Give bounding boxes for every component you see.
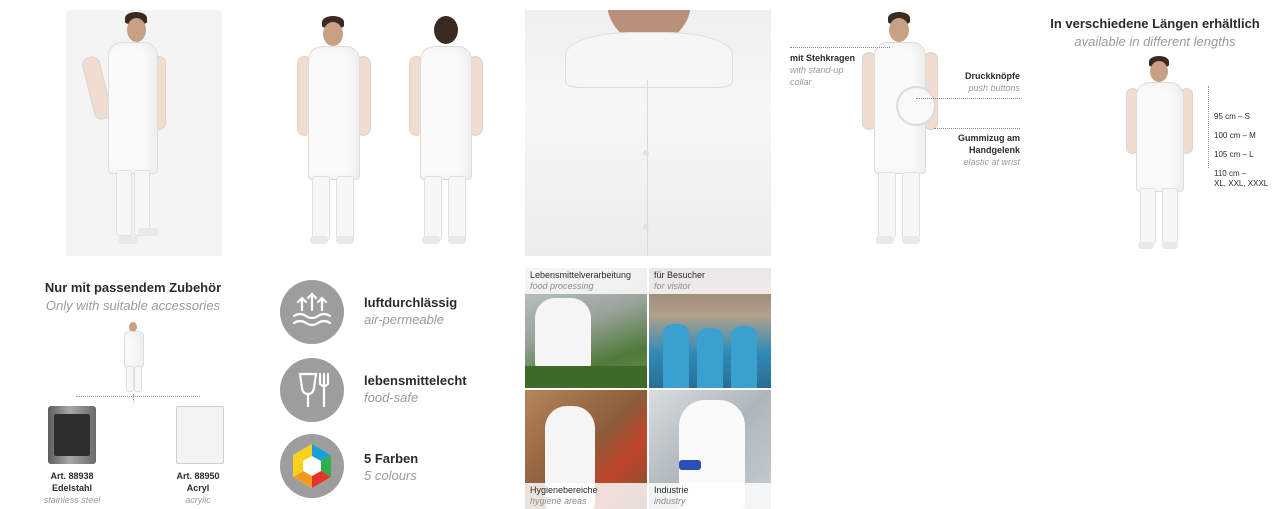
usage-grid: Lebensmittelverarbeitung food processing… (525, 268, 771, 509)
acrylic-dispenser-image (176, 406, 224, 464)
usage-label-en: hygiene areas (530, 496, 587, 506)
length-scale-line (1208, 86, 1209, 168)
feature-label: luftdurchlässig air-permeable (364, 295, 458, 327)
lengths-subtitle: available in different lengths (1074, 34, 1236, 49)
accessories-panel: Nur mit passendem Zubehör Only with suit… (20, 276, 250, 509)
collar-closeup-photo (525, 10, 771, 256)
person-front-figure (66, 10, 222, 256)
person-small-figure (120, 320, 146, 394)
person-front-figure (1124, 54, 1194, 254)
length-item: 95 cm – S (1214, 112, 1251, 121)
air-permeable-icon (280, 280, 344, 344)
wrist-label: Gummizug am Handgelenk elastic at wrist (957, 133, 1020, 167)
button-dot (643, 150, 649, 156)
usage-label-en: industry (654, 496, 686, 506)
buttons-label: Druckknöpfe push buttons (964, 71, 1020, 93)
collar-label: mit Stehkragen with stand-up collar (790, 53, 856, 87)
accessory-item-acrylic: Art. 88950 Acryl acrylic (176, 471, 220, 505)
color-hexagon-icon (280, 434, 344, 498)
fork-glass-icon (280, 358, 344, 422)
accessory-item-stainless: Art. 88938 Edelstahl stainless steel (43, 471, 101, 505)
collar-shape (565, 32, 733, 88)
magnifier-circle (896, 86, 936, 126)
product-photo-front-back (292, 10, 492, 256)
button-dot (643, 224, 649, 230)
usage-tile-food-processing: Lebensmittelverarbeitung food processing (525, 268, 647, 388)
lengths-title: In verschiedene Längen erhältlich (1050, 16, 1260, 31)
usage-label-en: for visitor (654, 281, 691, 291)
person-front-figure (292, 10, 372, 256)
feature-label: 5 Farben 5 colours (364, 451, 419, 483)
usage-label: für Besucher (654, 270, 706, 280)
person-back-figure (406, 10, 486, 256)
usage-label-en: food processing (530, 281, 594, 291)
accessories-subtitle: Only with suitable accessories (45, 298, 221, 313)
length-item: 100 cm – M (1214, 131, 1256, 140)
accessories-title: Nur mit passendem Zubehör (44, 280, 222, 295)
connector-line (76, 396, 200, 397)
usage-tile-hygiene: Hygienebereiche hygiene areas (525, 390, 647, 509)
leader-line (790, 47, 890, 48)
features-list: luftdurchlässig air-permeable lebensmitt… (280, 276, 500, 509)
leader-line (934, 128, 1020, 129)
usage-tile-industry: Industrie industry (649, 390, 771, 509)
lengths-panel: In verschiedene Längen erhältlich availa… (1040, 10, 1276, 256)
usage-label: Lebensmittelverarbeitung (530, 270, 632, 280)
length-list: 95 cm – S 100 cm – M 105 cm – L 110 cm –… (1214, 112, 1268, 189)
length-item: 105 cm – L (1214, 150, 1254, 159)
product-photo-front (66, 10, 222, 256)
length-item: XL, XXL, XXXL (1214, 179, 1269, 188)
usage-label: Industrie (654, 485, 689, 495)
usage-label: Hygienebereiche (530, 485, 598, 495)
usage-tile-visitor: für Besucher for visitor (649, 268, 771, 388)
features-callout-panel: mit Stehkragen with stand-up collar Druc… (784, 10, 1024, 256)
length-item: 110 cm – (1214, 169, 1247, 178)
stainless-dispenser-image (48, 406, 96, 464)
leader-line (916, 98, 1020, 99)
feature-label: lebensmittelecht food-safe (364, 373, 467, 405)
